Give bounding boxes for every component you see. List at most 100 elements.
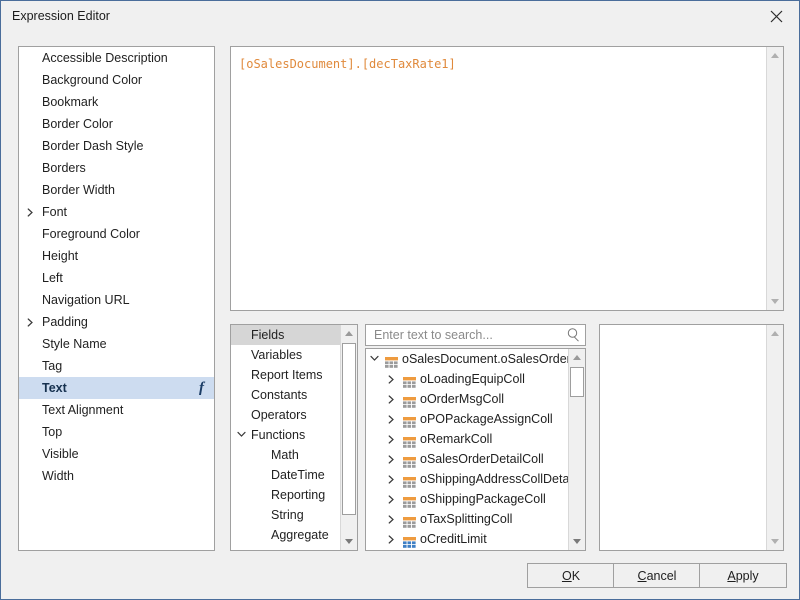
scroll-up-icon[interactable] <box>341 325 357 342</box>
chevron-right-icon[interactable] <box>388 429 400 449</box>
property-list[interactable]: Accessible Description Background Color Bo… <box>18 46 215 551</box>
property-row-style-name[interactable]: Style Name <box>19 333 214 355</box>
chevron-right-icon[interactable] <box>388 369 400 389</box>
chevron-right-icon[interactable] <box>27 311 37 333</box>
chevron-down-icon[interactable] <box>370 349 382 369</box>
property-row-top[interactable]: Top <box>19 421 214 443</box>
expression-text-area[interactable]: [oSalesDocument].[decTaxRate1] <box>230 46 784 311</box>
category-row-functions[interactable]: Functions <box>231 425 357 445</box>
chevron-right-icon[interactable] <box>388 529 400 549</box>
tree-scrollbar-thumb[interactable] <box>570 367 584 397</box>
field-tree[interactable]: oSalesDocument.oSalesOrder... oLoadingEqu… <box>365 348 586 551</box>
property-row-text-alignment[interactable]: Text Alignment <box>19 399 214 421</box>
chevron-right-icon[interactable] <box>27 201 37 223</box>
cancel-button[interactable]: Cancel <box>613 563 701 588</box>
chevron-down-icon[interactable] <box>237 425 249 445</box>
tree-scrollbar[interactable] <box>568 349 585 550</box>
scroll-down-icon[interactable] <box>767 293 783 310</box>
chevron-right-icon <box>388 495 394 504</box>
table-icon-orange <box>385 357 398 368</box>
table-icon-orange <box>403 474 416 488</box>
property-label: Background Color <box>42 73 143 87</box>
chevron-right-icon[interactable] <box>388 409 400 429</box>
property-row-border-color[interactable]: Border Color <box>19 113 214 135</box>
chevron-right-icon[interactable] <box>388 469 400 489</box>
tree-node-oshippingpackagecoll[interactable]: oShippingPackageColl <box>366 489 585 509</box>
property-label: Top <box>42 425 63 439</box>
property-row-background-color[interactable]: Background Color <box>19 69 214 91</box>
category-list[interactable]: Fields Variables Report Items Constants Oper… <box>230 324 358 551</box>
category-scrollbar-thumb[interactable] <box>342 343 356 515</box>
category-scrollbar[interactable] <box>340 325 357 550</box>
property-row-navigation-url[interactable]: Navigation URL <box>19 289 214 311</box>
property-row-bookmark[interactable]: Bookmark <box>19 91 214 113</box>
property-row-foreground-color[interactable]: Foreground Color <box>19 223 214 245</box>
triangle-up-icon <box>573 355 581 360</box>
property-row-borders[interactable]: Borders <box>19 157 214 179</box>
search-box[interactable] <box>365 324 586 346</box>
category-row-math[interactable]: Math <box>231 445 357 465</box>
close-icon[interactable] <box>754 1 799 32</box>
scroll-down-icon[interactable] <box>569 533 585 550</box>
scroll-up-icon[interactable] <box>767 325 783 342</box>
scroll-up-icon[interactable] <box>767 47 783 64</box>
property-row-width[interactable]: Width <box>19 465 214 487</box>
property-label: Text Alignment <box>42 403 124 417</box>
category-row-aggregate[interactable]: Aggregate <box>231 525 357 545</box>
property-label: Accessible Description <box>42 51 168 65</box>
property-row-left[interactable]: Left <box>19 267 214 289</box>
ok-button[interactable]: OK <box>527 563 615 588</box>
tree-node-ocreditlimit[interactable]: oCreditLimit <box>366 529 585 549</box>
chevron-right-icon[interactable] <box>388 489 400 509</box>
category-row-report-items[interactable]: Report Items <box>231 365 357 385</box>
tree-node-osalesdocument-osalesorder-[interactable]: oSalesDocument.oSalesOrder... <box>366 349 585 369</box>
chevron-right-icon[interactable] <box>388 449 400 469</box>
apply-button[interactable]: Apply <box>699 563 787 588</box>
property-row-border-dash-style[interactable]: Border Dash Style <box>19 135 214 157</box>
category-row-fields[interactable]: Fields <box>231 325 357 345</box>
table-icon-orange <box>403 434 416 448</box>
property-row-border-width[interactable]: Border Width <box>19 179 214 201</box>
scroll-up-icon[interactable] <box>569 349 585 366</box>
property-row-font[interactable]: Font <box>19 201 214 223</box>
chevron-right-icon[interactable] <box>388 389 400 409</box>
category-row-reporting[interactable]: Reporting <box>231 485 357 505</box>
tree-node-label: oTaxSplittingColl <box>420 512 513 526</box>
tree-node-opopackageassigncoll[interactable]: oPOPackageAssignColl <box>366 409 585 429</box>
category-label: Aggregate <box>271 528 329 542</box>
triangle-up-icon <box>345 331 353 336</box>
apply-mnemonic: A <box>727 568 736 583</box>
tree-node-oremarkcoll[interactable]: oRemarkColl <box>366 429 585 449</box>
scroll-down-icon[interactable] <box>767 533 783 550</box>
category-row-string[interactable]: String <box>231 505 357 525</box>
category-row-constants[interactable]: Constants <box>231 385 357 405</box>
tree-node-otaxsplittingcoll[interactable]: oTaxSplittingColl <box>366 509 585 529</box>
category-label: Fields <box>251 328 285 342</box>
category-row-datetime[interactable]: DateTime <box>231 465 357 485</box>
property-row-accessible-description[interactable]: Accessible Description <box>19 47 214 69</box>
expression-scrollbar[interactable] <box>766 47 783 310</box>
triangle-down-icon <box>771 299 779 304</box>
property-row-tag[interactable]: Tag <box>19 355 214 377</box>
description-scrollbar[interactable] <box>766 325 783 550</box>
table-icon-orange <box>403 517 416 528</box>
tree-node-osalesorderdetailcoll[interactable]: oSalesOrderDetailColl <box>366 449 585 469</box>
table-icon-orange <box>403 437 416 448</box>
tree-node-oloadingequipcoll[interactable]: oLoadingEquipColl <box>366 369 585 389</box>
property-row-height[interactable]: Height <box>19 245 214 267</box>
chevron-right-icon[interactable] <box>388 509 400 529</box>
tree-node-oordermsgcoll[interactable]: oOrderMsgColl <box>366 389 585 409</box>
scroll-down-icon[interactable] <box>341 533 357 550</box>
search-input[interactable] <box>372 325 562 345</box>
property-row-padding[interactable]: Padding <box>19 311 214 333</box>
property-label: Width <box>42 469 74 483</box>
category-row-variables[interactable]: Variables <box>231 345 357 365</box>
property-row-text[interactable]: Text f <box>19 377 214 399</box>
search-icon[interactable] <box>567 328 580 347</box>
description-panel[interactable] <box>599 324 784 551</box>
category-row-operators[interactable]: Operators <box>231 405 357 425</box>
property-row-visible[interactable]: Visible <box>19 443 214 465</box>
property-label: Tag <box>42 359 63 373</box>
tree-node-oshippingaddresscolldetail[interactable]: oShippingAddressCollDetail <box>366 469 585 489</box>
function-icon[interactable]: f <box>199 377 204 399</box>
